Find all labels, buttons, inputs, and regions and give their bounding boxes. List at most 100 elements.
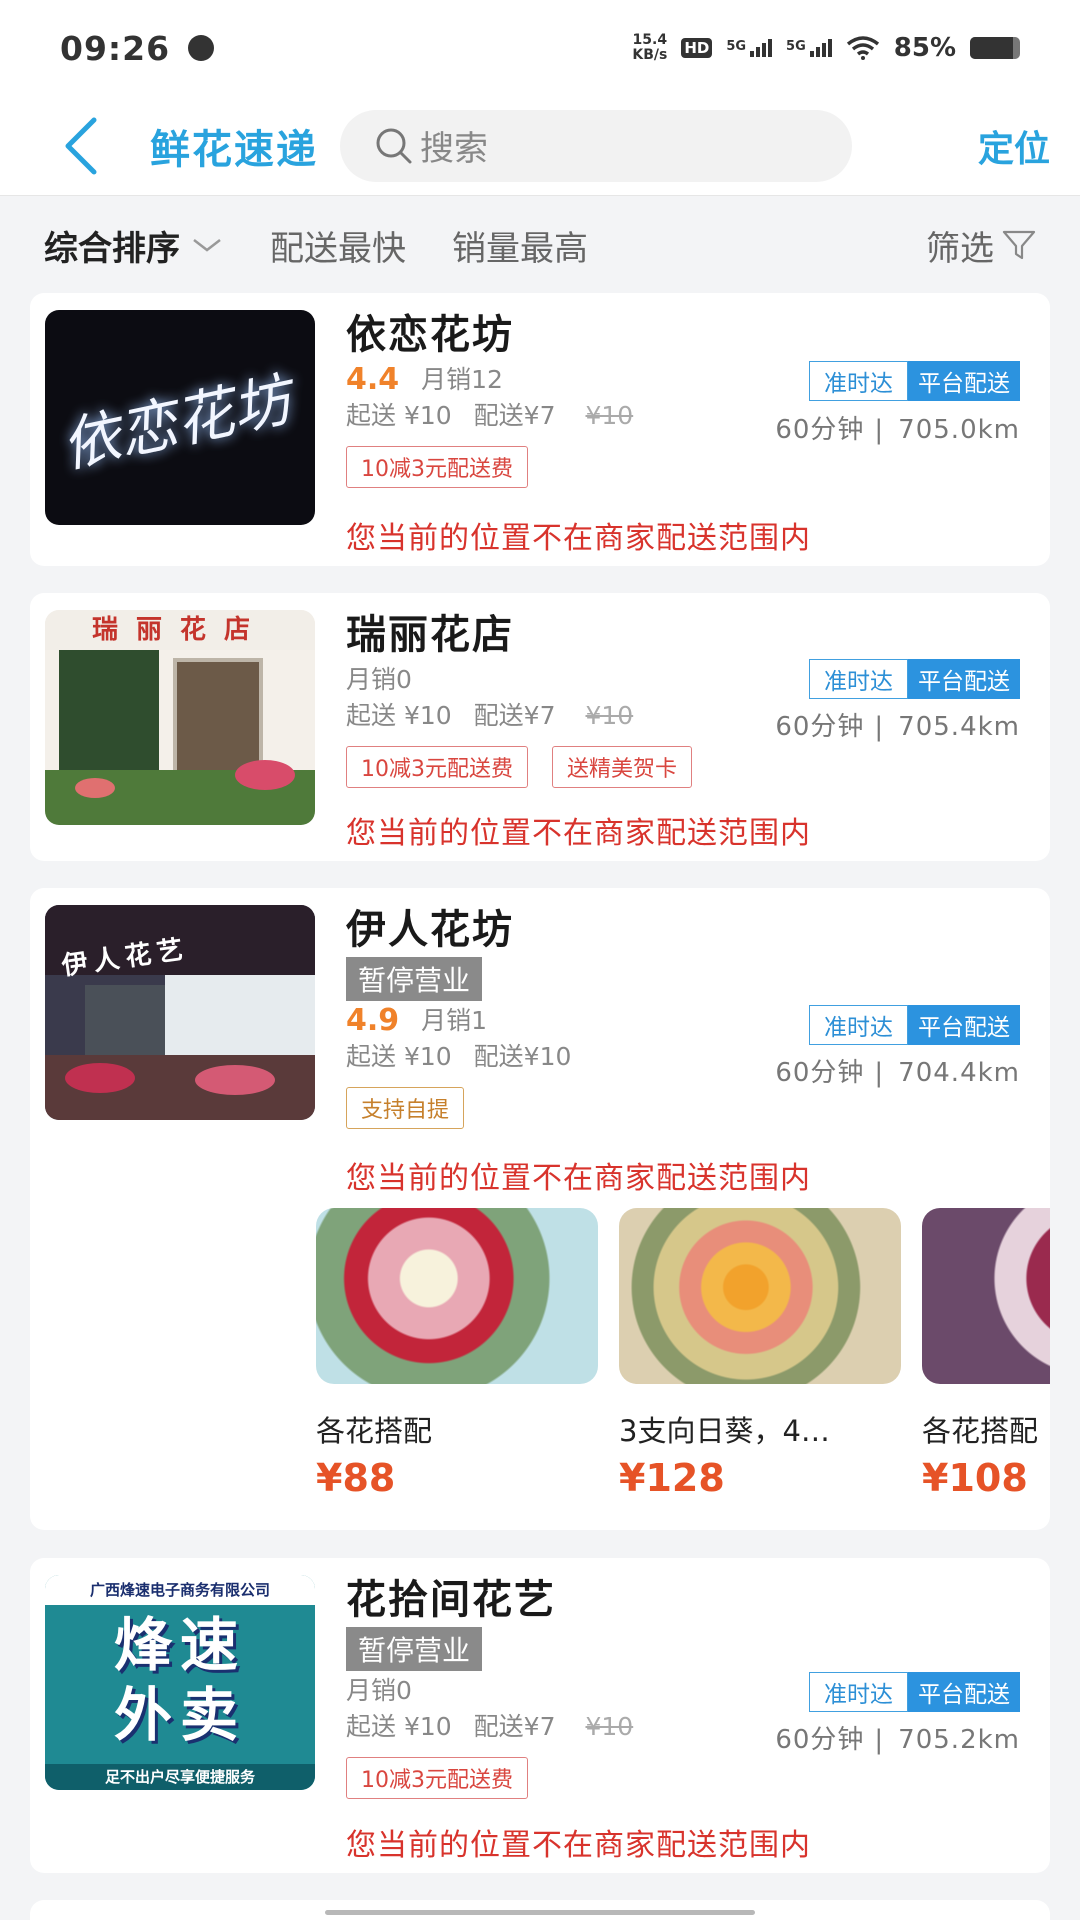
- original-fee: ¥10: [585, 401, 634, 430]
- status-icons: 15.4 KB/s HD 5G 5G 85%: [632, 33, 1020, 63]
- min-order: 起送 ¥10: [346, 1042, 452, 1071]
- promo-tag: 送精美贺卡: [552, 746, 693, 788]
- status-time: 09:26: [60, 28, 171, 68]
- ontime-badge: 准时达: [809, 1005, 908, 1045]
- chevron-down-icon: [193, 239, 221, 252]
- promo-tags: 10减3元配送费: [346, 446, 1026, 488]
- out-of-range-notice: 您当前的位置不在商家配送范围内: [346, 1161, 811, 1196]
- delivery-fee: 配送¥7: [473, 1712, 556, 1741]
- shop-card[interactable]: 瑞丽花店 瑞丽花店 月销0 起送 ¥10 配送¥7 ¥10 10减3元配送费 送…: [30, 593, 1050, 861]
- delivery-time-distance: 60分钟 | 705.0km: [775, 415, 1020, 445]
- filter-label: 筛选: [926, 228, 994, 269]
- sort-comprehensive[interactable]: 综合排序: [44, 221, 224, 270]
- delivery-time: 60分钟: [775, 1725, 865, 1755]
- locate-button[interactable]: 定位: [978, 120, 1050, 172]
- platform-badge: 平台配送: [908, 1672, 1020, 1712]
- thumb-line-2: 外卖: [113, 1681, 246, 1749]
- thumb-line-1: 烽速: [113, 1611, 246, 1679]
- product-item[interactable]: 3支向日葵，4… ¥128: [619, 1208, 901, 1500]
- promo-tags: 10减3元配送费: [346, 1757, 1026, 1799]
- delivery-badges: 准时达 平台配送: [809, 659, 1020, 699]
- delivery-time: 60分钟: [775, 1058, 865, 1088]
- out-of-range-notice: 您当前的位置不在商家配送范围内: [346, 521, 811, 556]
- thumb-slogan: 足不出户尽享便捷服务: [45, 1764, 315, 1790]
- search-input[interactable]: 搜索: [340, 109, 852, 182]
- shop-card[interactable]: 依恋花坊 依恋花坊 4.4 月销12 起送 ¥10 配送¥7 ¥10 10减3元…: [30, 293, 1050, 566]
- product-price: ¥108: [922, 1456, 1028, 1500]
- product-carousel[interactable]: 各花搭配 ¥88 3支向日葵，4… ¥128 各花搭配 ¥108: [316, 1208, 1050, 1508]
- status-bar: 09:26 15.4 KB/s HD 5G 5G 85%: [0, 0, 1080, 96]
- back-button[interactable]: [40, 106, 120, 186]
- promo-tag: 10减3元配送费: [346, 1757, 528, 1799]
- network-type-2: 5G: [786, 39, 806, 54]
- product-price: ¥88: [316, 1456, 396, 1500]
- shop-sign-text: 瑞丽花店: [45, 610, 315, 650]
- ontime-badge: 准时达: [809, 1672, 908, 1712]
- monthly-sales: 月销1: [421, 1006, 488, 1035]
- delivery-fee: 配送¥7: [473, 401, 556, 430]
- app-header: 鲜花速递 搜索 定位: [0, 96, 1080, 196]
- shop-name: 瑞丽花店: [346, 612, 514, 658]
- delivery-time-distance: 60分钟 | 704.4km: [775, 1058, 1020, 1088]
- sort-comprehensive-label: 综合排序: [44, 228, 180, 269]
- delivery-badges: 准时达 平台配送: [809, 1005, 1020, 1045]
- product-item[interactable]: 各花搭配 ¥88: [316, 1208, 598, 1500]
- promo-tags: 支持自提: [346, 1087, 1026, 1129]
- monthly-sales: 月销0: [346, 1676, 412, 1705]
- shop-rating: 4.4: [346, 362, 400, 397]
- delivery-fee: 配送¥10: [473, 1042, 572, 1071]
- signal-icon: 5G: [726, 39, 773, 57]
- shop-logo-text: 依恋花坊: [55, 365, 297, 481]
- distance: 704.4km: [898, 1058, 1020, 1088]
- shop-card[interactable]: 广西烽速电子商务有限公司 烽速 外卖 足不出户尽享便捷服务 花拾间花艺 暂停营业…: [30, 1558, 1050, 1873]
- out-of-range-notice: 您当前的位置不在商家配送范围内: [346, 1828, 811, 1863]
- sort-bar: 综合排序 配送最快 销量最高 筛选: [0, 197, 1080, 293]
- sort-fastest-delivery[interactable]: 配送最快: [270, 221, 406, 270]
- shop-name: 伊人花坊: [346, 907, 514, 953]
- network-type-1: 5G: [726, 39, 747, 54]
- product-image: [619, 1208, 901, 1384]
- shop-thumbnail: 广西烽速电子商务有限公司 烽速 外卖 足不出户尽享便捷服务: [45, 1575, 315, 1790]
- delivery-time-distance: 60分钟 | 705.4km: [775, 712, 1020, 742]
- delivery-badges: 准时达 平台配送: [809, 361, 1020, 401]
- promo-tag: 10减3元配送费: [346, 746, 528, 788]
- shop-rating: 4.9: [346, 1003, 400, 1038]
- product-image: [922, 1208, 1050, 1384]
- filter-icon: [1002, 230, 1036, 260]
- net-speed-unit: KB/s: [632, 47, 668, 63]
- product-name: 各花搭配: [316, 1414, 433, 1448]
- promo-tags: 10减3元配送费 送精美贺卡: [346, 746, 1026, 788]
- delivery-time-distance: 60分钟 | 705.2km: [775, 1725, 1020, 1755]
- shop-thumbnail: 瑞丽花店: [45, 610, 315, 825]
- distance: 705.2km: [898, 1725, 1020, 1755]
- filter-button[interactable]: 筛选: [926, 221, 1036, 270]
- sort-top-sales[interactable]: 销量最高: [452, 221, 588, 270]
- distance: 705.4km: [898, 712, 1020, 742]
- signal-icon-2: 5G: [786, 39, 832, 57]
- shop-card[interactable]: 伊人花艺 伊人花坊 暂停营业 4.9 月销1 起送 ¥10 配送¥10 支持自提…: [30, 888, 1050, 1530]
- page-title: 鲜花速递: [150, 126, 318, 173]
- net-speed-value: 15.4: [632, 32, 668, 48]
- product-image: [316, 1208, 598, 1384]
- out-of-range-notice: 您当前的位置不在商家配送范围内: [346, 816, 811, 851]
- min-order: 起送 ¥10: [346, 401, 452, 430]
- product-price: ¥128: [619, 1456, 725, 1500]
- platform-badge: 平台配送: [908, 659, 1020, 699]
- min-order: 起送 ¥10: [346, 1712, 452, 1741]
- product-name: 各花搭配: [922, 1414, 1039, 1448]
- search-placeholder: 搜索: [420, 129, 488, 169]
- product-item[interactable]: 各花搭配 ¥108: [922, 1208, 1050, 1500]
- ontime-badge: 准时达: [809, 361, 908, 401]
- net-speed: 15.4 KB/s: [632, 33, 667, 63]
- shop-thumbnail: 依恋花坊: [45, 310, 315, 525]
- pickup-tag: 支持自提: [346, 1087, 465, 1129]
- distance: 705.0km: [898, 415, 1020, 445]
- monthly-sales: 月销0: [346, 665, 412, 694]
- hd-icon: HD: [681, 38, 713, 58]
- ontime-badge: 准时达: [809, 659, 908, 699]
- shop-name: 依恋花坊: [346, 312, 514, 358]
- min-order: 起送 ¥10: [346, 701, 452, 730]
- status-badge: 暂停营业: [346, 957, 483, 1001]
- home-indicator[interactable]: [325, 1910, 755, 1915]
- product-name: 3支向日葵，4…: [619, 1414, 830, 1448]
